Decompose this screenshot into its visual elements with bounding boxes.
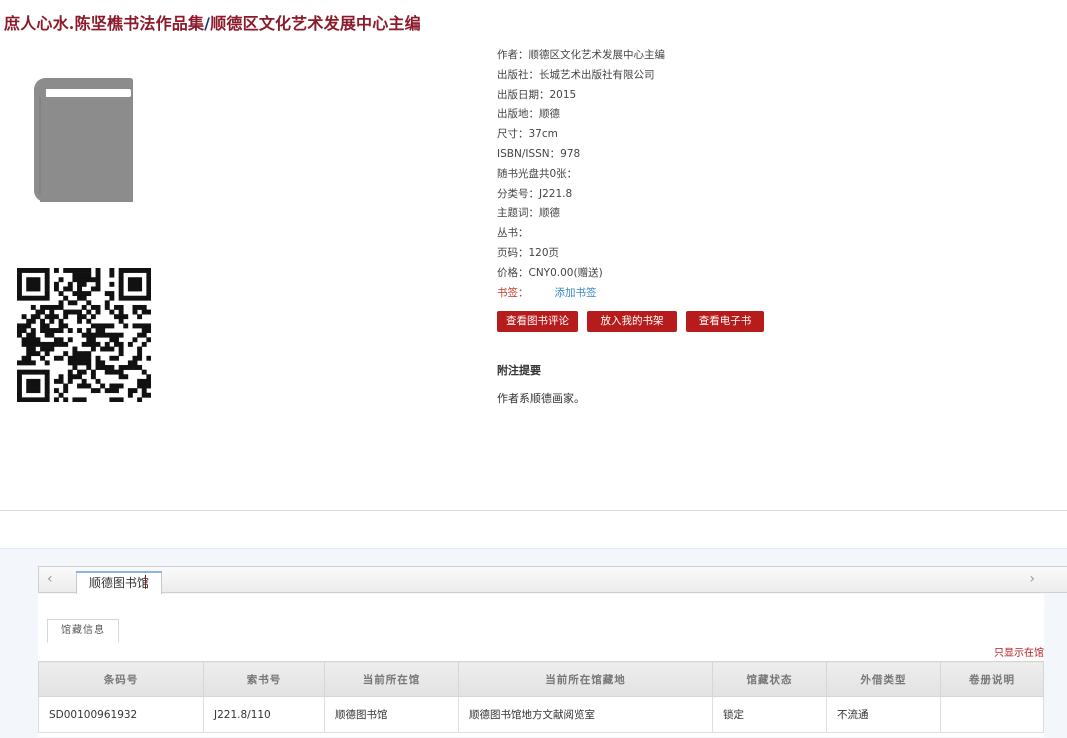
tab-scroll-left-icon[interactable]: ‹ xyxy=(47,571,53,587)
cell-status: 锁定 xyxy=(712,696,827,733)
col-loan-type: 外借类型 xyxy=(826,661,941,697)
cell-barcode: SD00100961932 xyxy=(38,696,204,733)
book-metadata: 作者：顺德区文化艺术发展中心主编 出版社：长城艺术出版社有限公司 出版日期：20… xyxy=(497,46,917,303)
add-bookmark-link[interactable]: 添加书签 xyxy=(555,287,597,299)
tab-shunde-library-label: 顺德图书馆 xyxy=(89,576,150,590)
book-title: 庶人心水.陈坚樵书法作品集/顺德区文化艺术发展中心主编 xyxy=(4,10,421,34)
meta-bookmark: 书签： 添加书签 xyxy=(497,286,597,299)
meta-disc: 随书光盘共0张： xyxy=(497,167,578,180)
action-buttons: 查看图书评论 放入我的书架 查看电子书 xyxy=(497,311,764,332)
tab-cursor-mark xyxy=(145,575,146,589)
view-reviews-button[interactable]: 查看图书评论 xyxy=(497,311,578,332)
meta-price: 价格：CNY0.00(赠送) xyxy=(497,266,603,279)
notes-heading: 附注提要 xyxy=(497,364,541,377)
meta-series: 丛书： xyxy=(497,227,529,240)
cell-call-number: J221.8/110 xyxy=(203,696,325,733)
col-current-location: 当前所在馆藏地 xyxy=(458,661,713,697)
meta-pub-date: 出版日期：2015 xyxy=(497,88,577,101)
col-call-number: 索书号 xyxy=(203,661,325,697)
qr-code xyxy=(17,268,152,403)
cell-volume-note xyxy=(940,696,1044,733)
meta-isbn: ISBN/ISSN：978 xyxy=(497,147,581,160)
col-status: 馆藏状态 xyxy=(712,661,827,697)
view-ebook-button[interactable]: 查看电子书 xyxy=(686,311,764,332)
section-divider xyxy=(0,510,1067,511)
notes-text: 作者系顺德画家。 xyxy=(497,392,585,405)
title-responsibility: 顺德区文化艺术发展中心主编 xyxy=(210,14,421,33)
meta-author: 作者：顺德区文化艺术发展中心主编 xyxy=(497,49,665,61)
tab-shunde-library[interactable]: 顺德图书馆 xyxy=(76,571,163,594)
cell-current-library: 顺德图书馆 xyxy=(324,696,459,733)
holdings-header-row: 条码号 索书号 当前所在馆 当前所在馆藏地 馆藏状态 外借类型 卷册说明 xyxy=(38,661,1044,697)
meta-class-no: 分类号：J221.8 xyxy=(497,187,573,200)
title-main: 庶人心水.陈坚樵书法作品集 xyxy=(4,14,205,33)
only-available-link[interactable]: 只显示在馆 xyxy=(994,644,1044,659)
table-row: SD00100961932 J221.8/110 顺德图书馆 顺德图书馆地方文献… xyxy=(38,696,1044,733)
col-barcode: 条码号 xyxy=(38,661,204,697)
book-cover-icon xyxy=(34,78,134,202)
cell-loan-type: 不流通 xyxy=(826,696,941,733)
tab-holdings-info[interactable]: 馆藏信息 xyxy=(47,619,119,643)
meta-size: 尺寸：37cm xyxy=(497,128,558,141)
meta-pub-place: 出版地：顺德 xyxy=(497,108,560,121)
holdings-content: 馆藏信息 只显示在馆 条码号 索书号 当前所在馆 当前所在馆藏地 馆藏状态 外借… xyxy=(38,594,1044,737)
holdings-table: 条码号 索书号 当前所在馆 当前所在馆藏地 馆藏状态 外借类型 卷册说明 SD0… xyxy=(38,661,1044,733)
cell-current-location: 顺德图书馆地方文献阅览室 xyxy=(458,696,713,733)
meta-publisher: 出版社：长城艺术出版社有限公司 xyxy=(497,68,655,81)
add-to-shelf-button[interactable]: 放入我的书架 xyxy=(587,311,677,332)
library-tab-bar: ‹ 顺德图书馆 › xyxy=(38,566,1067,594)
col-volume-note: 卷册说明 xyxy=(940,661,1044,697)
tab-scroll-right-icon[interactable]: › xyxy=(1029,571,1035,587)
meta-pages: 页码：120页 xyxy=(497,246,560,259)
col-current-library: 当前所在馆 xyxy=(324,661,459,697)
meta-subject: 主题词：顺德 xyxy=(497,207,560,220)
